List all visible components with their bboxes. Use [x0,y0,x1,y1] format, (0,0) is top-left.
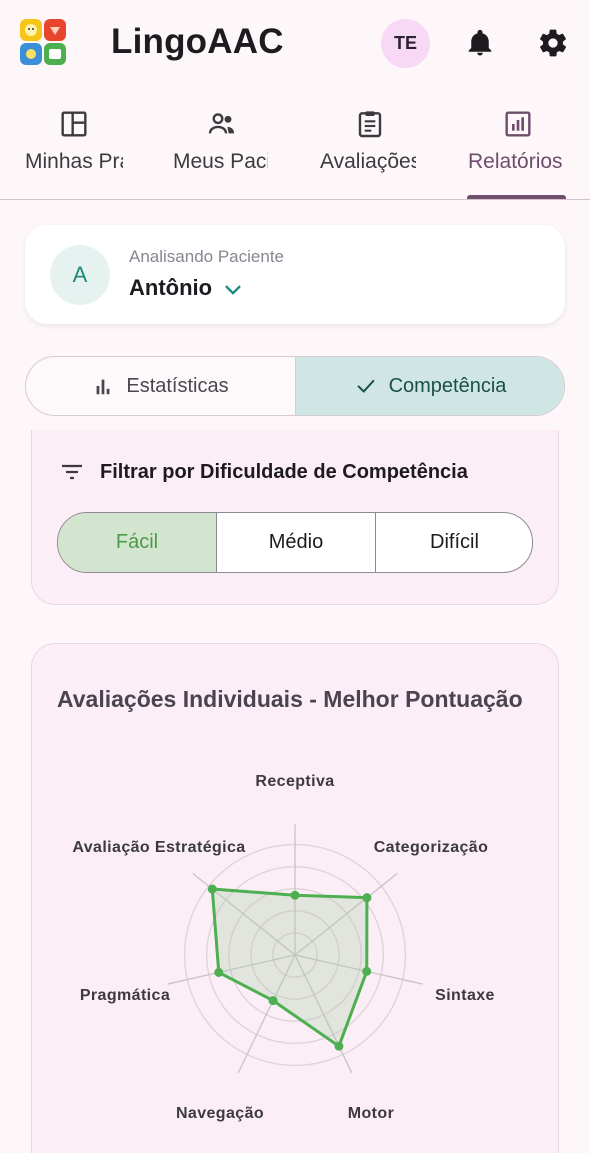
radar-point [268,996,278,1006]
radar-axis-label: Categorização [374,839,489,856]
radar-axis-label: Navegação [176,1105,264,1122]
radar-chart: Receptiva Categorização Sintaxe Motor Navega… [72,773,495,1122]
radar-point [207,884,217,894]
radar-axis-label: Sintaxe [435,987,495,1004]
radar-axis-label: Receptiva [255,773,334,790]
radar-point [290,890,300,900]
radar-series-area [210,887,369,1048]
radar-axis-label: Pragmática [80,987,170,1004]
radar-point [334,1041,344,1051]
radar-axis-label: Avaliação Estratégica [72,839,245,856]
app-screen: LingoAAC TE Minhas Pranchas [0,0,590,1153]
radar-axis-label: Motor [348,1105,394,1122]
radar-point [362,893,372,903]
radar-point [214,967,224,977]
radar-point [362,966,372,976]
